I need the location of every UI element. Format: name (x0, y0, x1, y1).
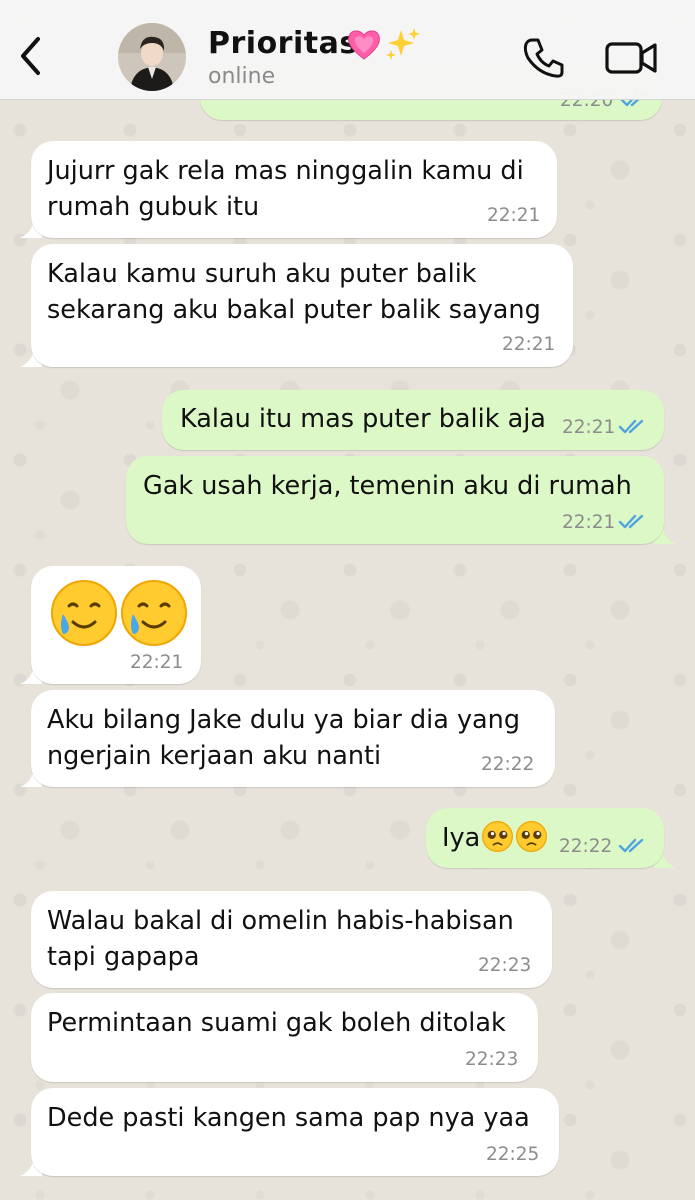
message-bubble-incoming[interactable]: Dede pasti kangen sama pap nya yaa 22:25 (31, 1088, 559, 1176)
phone-icon (523, 38, 564, 78)
read-receipt-icon (618, 838, 644, 853)
message-text: Kalau kamu suruh aku puter balik sekaran… (47, 259, 541, 325)
message-bubble-incoming[interactable]: 22:21 (31, 566, 201, 684)
message-text: Permintaan suami gak boleh ditolak (47, 1008, 506, 1038)
message-bubble-outgoing[interactable]: Iya 22:22 (426, 808, 664, 868)
chat-header: Prioritas online (0, 0, 695, 100)
message-time: 22:21 (562, 512, 616, 533)
message-text: Kalau itu mas puter balik aja (180, 404, 546, 434)
message-time: 22:23 (465, 1049, 519, 1070)
message-time: 22:21 (562, 417, 616, 438)
message-text: Dede pasti kangen sama pap nya yaa (47, 1103, 530, 1133)
heart-sparkles-icon (348, 28, 420, 60)
pleading-face-emoji (482, 821, 513, 852)
message-text: Gak usah kerja, temenin aku di rumah (143, 471, 632, 501)
chevron-left-icon (21, 37, 40, 75)
message-time: 22:21 (487, 205, 541, 226)
message-text: Aku bilang Jake dulu ya biar dia yang ng… (47, 705, 521, 771)
voice-call-button[interactable] (522, 36, 566, 80)
back-button[interactable] (10, 30, 50, 82)
smiling-face-with-tear-emoji (51, 580, 117, 646)
message-bubble-incoming[interactable]: Jujurr gak rela mas ninggalin kamu di ru… (31, 141, 557, 238)
message-bubble-outgoing[interactable]: Kalau itu mas puter balik aja 22:21 (162, 390, 664, 450)
read-receipt-icon (618, 419, 644, 434)
message-text: Jujurr gak rela mas ninggalin kamu di ru… (47, 156, 524, 222)
video-call-button[interactable] (604, 38, 658, 78)
message-bubble-outgoing[interactable]: Gak usah kerja, temenin aku di rumah 22:… (126, 456, 664, 544)
video-camera-icon (605, 42, 657, 74)
avatar-photo (118, 23, 186, 91)
contact-status: online (208, 64, 276, 89)
contact-avatar[interactable] (118, 23, 186, 91)
message-time: 22:23 (478, 955, 532, 976)
message-time: 22:25 (486, 1144, 540, 1165)
message-bubble-incoming[interactable]: Kalau kamu suruh aku puter balik sekaran… (31, 244, 573, 367)
message-time: 22:21 (502, 334, 556, 355)
message-text: Walau bakal di omelin habis-habisan tapi… (47, 906, 514, 972)
message-time: 22:21 (130, 652, 184, 673)
message-text: Iya (442, 823, 481, 853)
smiling-face-with-tear-emoji (121, 580, 187, 646)
message-bubble-incoming[interactable]: Aku bilang Jake dulu ya biar dia yang ng… (31, 690, 555, 787)
message-bubble-incoming[interactable]: Permintaan suami gak boleh ditolak 22:23 (31, 993, 538, 1082)
pleading-face-emoji (516, 821, 547, 852)
read-receipt-icon (618, 514, 644, 529)
contact-name[interactable]: Prioritas (208, 26, 358, 61)
message-bubble-incoming[interactable]: Walau bakal di omelin habis-habisan tapi… (31, 891, 552, 988)
message-time: 22:22 (559, 836, 613, 857)
message-time: 22:22 (481, 754, 535, 775)
